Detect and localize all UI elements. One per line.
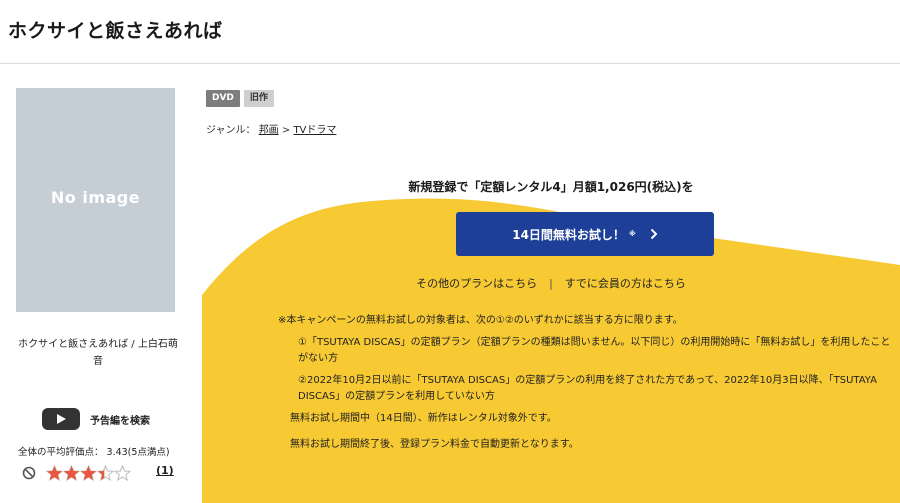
tag-dvd: DVD [206, 90, 240, 107]
genre-breadcrumb: ジャンル： 邦画 > TVドラマ [206, 121, 336, 136]
page-title: ホクサイと飯さえあれば [8, 20, 223, 42]
play-icon [42, 408, 80, 430]
tag-old-release: 旧作 [243, 90, 274, 107]
note-condition-1: ①「TSUTAYA DISCAS」の定額プラン（定額プランの種類は問いません。以… [298, 337, 891, 364]
chevron-right-icon [650, 228, 658, 240]
rating-row [22, 464, 131, 482]
review-count-link[interactable]: (1) [156, 464, 174, 477]
note-condition-2: ②2022年10月2日以前に「TSUTAYA DISCAS」の定額プランの利用を… [298, 375, 877, 402]
star-rating[interactable] [46, 465, 131, 481]
note-eligibility: ※本キャンペーンの無料お試しの対象者は、次の①②のいずれかに該当する方に限ります… [278, 315, 683, 326]
average-rating-label: 全体の平均評価点： 3.43(5点満点) [18, 447, 170, 458]
left-column: No image ホクサイと飯さえあれば / 上白石萌音 予告編を検索 全体の平… [0, 64, 195, 503]
free-trial-label: 14日間無料お試し！ [512, 227, 625, 242]
star-icon [80, 465, 97, 481]
member-login-link[interactable]: すでに会員の方はこちら [565, 277, 686, 290]
star-icon [46, 465, 63, 481]
genre-separator: > [281, 125, 291, 136]
plan-links: その他のプランはこちら | すでに会員の方はこちら [202, 275, 900, 291]
title-caption: ホクサイと飯さえあれば / 上白石萌音 [18, 339, 178, 367]
other-plans-link[interactable]: その他のプランはこちら [416, 277, 537, 290]
promo-headline: 新規登録で「定額レンタル4」月額1,026円(税込)を [408, 180, 694, 194]
note-trial-period: 無料お試し期間中（14日間）、新作はレンタル対象外です。 [290, 413, 557, 424]
format-tags: DVD 旧作 [206, 90, 274, 107]
campaign-notes: ※本キャンペーンの無料お試しの対象者は、次の①②のいずれかに該当する方に限ります… [278, 313, 898, 463]
poster-image: No image [16, 88, 175, 312]
note-auto-renewal: 無料お試し期間終了後、登録プラン料金で自動更新となります。 [290, 439, 579, 450]
poster-placeholder-text: No image [50, 188, 141, 207]
free-trial-button[interactable]: 14日間無料お試し！ ※ [456, 212, 714, 256]
star-icon [97, 465, 114, 481]
star-icon [63, 465, 80, 481]
genre-prefix: ジャンル： [206, 125, 256, 136]
title-bar: ホクサイと飯さえあれば [0, 0, 900, 64]
trailer-search-label: 予告編を検索 [90, 415, 150, 427]
prohibited-icon[interactable] [22, 466, 36, 480]
genre-link-hoga[interactable]: 邦画 [259, 125, 279, 136]
genre-link-tvdrama[interactable]: TVドラマ [293, 125, 336, 136]
star-icon [114, 465, 131, 481]
trailer-search-button[interactable]: 予告編を検索 [42, 408, 150, 430]
promo-section: 新規登録で「定額レンタル4」月額1,026円(税込)を 14日間無料お試し！ ※ … [202, 150, 900, 503]
links-separator: | [549, 277, 553, 290]
free-trial-footnote-mark: ※ [628, 230, 636, 238]
